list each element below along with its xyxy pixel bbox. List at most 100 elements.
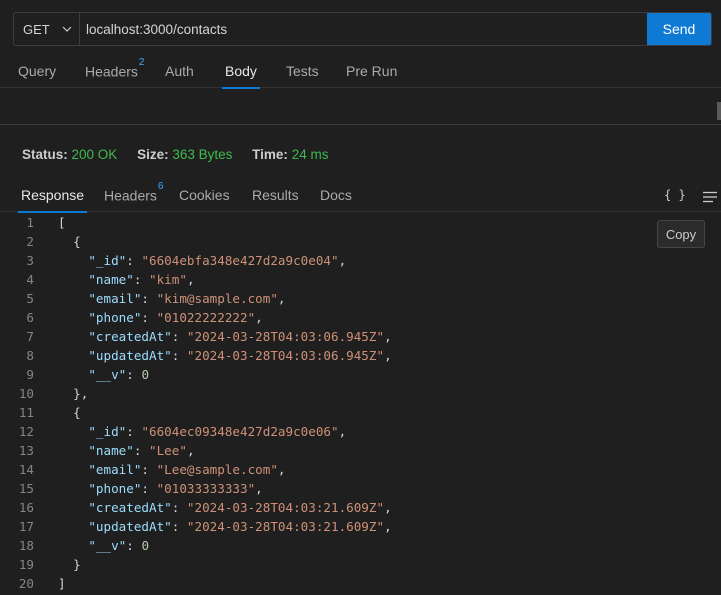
code-text: "__v": 0 bbox=[58, 536, 149, 555]
format-json-icon[interactable]: { } bbox=[664, 188, 686, 202]
method-select[interactable]: GET bbox=[14, 13, 80, 45]
code-text: "_id": "6604ebfa348e427d2a9c0e04", bbox=[58, 251, 346, 270]
tab-docs[interactable]: Docs bbox=[320, 187, 352, 212]
tab-results[interactable]: Results bbox=[252, 187, 299, 212]
line-number: 18 bbox=[18, 538, 34, 553]
tab-auth[interactable]: Auth bbox=[165, 63, 194, 88]
tab-cookies[interactable]: Cookies bbox=[179, 187, 230, 212]
json-punctuation: { bbox=[73, 234, 81, 249]
copy-button[interactable]: Copy bbox=[657, 220, 705, 248]
json-punctuation: { bbox=[73, 405, 81, 420]
json-punctuation: , bbox=[384, 348, 392, 363]
json-key: "phone" bbox=[88, 481, 142, 496]
json-punctuation: : bbox=[141, 310, 157, 325]
menu-lines-icon[interactable] bbox=[703, 191, 717, 203]
json-number: 0 bbox=[141, 538, 150, 553]
json-string: "kim@sample.com" bbox=[156, 291, 278, 306]
request-body-area[interactable] bbox=[0, 88, 721, 125]
json-punctuation: : bbox=[141, 462, 157, 477]
json-punctuation: , bbox=[384, 500, 392, 515]
line-number: 16 bbox=[18, 500, 34, 515]
json-string: "2024-03-28T04:03:06.945Z" bbox=[186, 348, 385, 363]
size-value: 363 Bytes bbox=[172, 147, 233, 162]
json-key: "name" bbox=[88, 272, 134, 287]
json-punctuation: : bbox=[141, 291, 157, 306]
line-number: 4 bbox=[26, 272, 34, 287]
tab-badge: 2 bbox=[138, 57, 145, 68]
tab-body[interactable]: Body bbox=[222, 63, 260, 89]
json-punctuation: }, bbox=[73, 386, 89, 401]
tab-label: Docs bbox=[320, 187, 352, 203]
tab-label: Results bbox=[252, 187, 299, 203]
tab-response[interactable]: Response bbox=[17, 187, 88, 213]
code-text: ] bbox=[58, 574, 66, 593]
code-text: "phone": "01033333333", bbox=[58, 479, 262, 498]
tab-query[interactable]: Query bbox=[18, 63, 56, 88]
code-text: }, bbox=[58, 384, 88, 403]
json-punctuation: : bbox=[171, 519, 187, 534]
json-key: "_id" bbox=[88, 253, 127, 268]
time-value: 24 ms bbox=[291, 147, 329, 162]
scrollbar[interactable] bbox=[717, 102, 721, 120]
tab-label: Headers bbox=[85, 63, 138, 80]
tab-pre-run[interactable]: Pre Run bbox=[346, 63, 397, 88]
json-punctuation: , bbox=[338, 424, 347, 439]
line-number: 12 bbox=[18, 424, 34, 439]
tab-headers[interactable]: Headers2 bbox=[85, 57, 144, 88]
code-text: "email": "kim@sample.com", bbox=[58, 289, 285, 308]
json-punctuation: , bbox=[186, 272, 195, 287]
send-button[interactable]: Send bbox=[647, 13, 711, 45]
json-punctuation: } bbox=[73, 557, 81, 572]
json-key: "__v" bbox=[88, 538, 127, 553]
json-punctuation: , bbox=[255, 310, 263, 325]
tab-badge: 6 bbox=[157, 181, 164, 192]
line-number: 7 bbox=[26, 329, 34, 344]
code-text: "name": "Lee", bbox=[58, 441, 194, 460]
code-text: "createdAt": "2024-03-28T04:03:21.609Z", bbox=[58, 498, 392, 517]
url-input[interactable] bbox=[80, 13, 647, 45]
json-punctuation: ] bbox=[58, 576, 66, 591]
json-string: "Lee@sample.com" bbox=[156, 462, 278, 477]
code-text: "_id": "6604ec09348e427d2a9c0e06", bbox=[58, 422, 346, 441]
json-key: "updatedAt" bbox=[88, 519, 172, 534]
tab-label: Tests bbox=[286, 63, 319, 79]
tab-response-headers[interactable]: Headers6 bbox=[104, 181, 163, 212]
line-number: 9 bbox=[26, 367, 34, 382]
json-punctuation: , bbox=[384, 329, 392, 344]
size-label: Size: bbox=[137, 147, 169, 162]
json-key: "createdAt" bbox=[88, 500, 172, 515]
line-number: 17 bbox=[18, 519, 34, 534]
request-url-bar: GET Send bbox=[13, 12, 712, 46]
json-string: "6604ec09348e427d2a9c0e06" bbox=[141, 424, 339, 439]
line-number: 10 bbox=[18, 386, 34, 401]
json-punctuation: : bbox=[171, 348, 187, 363]
code-text: { bbox=[58, 232, 81, 251]
tab-label: Response bbox=[21, 187, 85, 203]
tab-label: Query bbox=[18, 63, 57, 79]
code-text: { bbox=[58, 403, 81, 422]
json-punctuation: , bbox=[338, 253, 347, 268]
json-key: "createdAt" bbox=[88, 329, 172, 344]
json-punctuation: : bbox=[133, 272, 150, 287]
tab-tests[interactable]: Tests bbox=[286, 63, 319, 88]
json-key: "phone" bbox=[88, 310, 142, 325]
time-label: Time: bbox=[252, 147, 288, 162]
json-key: "__v" bbox=[88, 367, 127, 382]
json-punctuation: : bbox=[171, 329, 187, 344]
tab-label: Body bbox=[225, 63, 257, 79]
json-punctuation: : bbox=[141, 481, 157, 496]
json-key: "email" bbox=[88, 291, 142, 306]
json-string: "Lee" bbox=[149, 443, 187, 458]
chevron-down-icon bbox=[62, 26, 72, 32]
